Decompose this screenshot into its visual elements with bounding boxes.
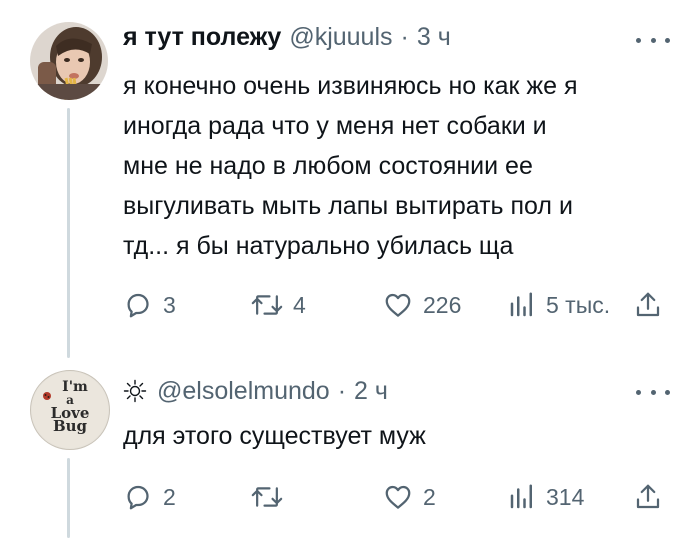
like-button[interactable]: 2 [383, 480, 436, 514]
like-button[interactable]: 226 [383, 288, 461, 322]
timestamp[interactable]: 3 ч [417, 22, 451, 52]
timestamp[interactable]: 2 ч [354, 376, 388, 406]
views-button[interactable]: 5 тыс. [508, 288, 610, 322]
share-button[interactable] [633, 288, 663, 322]
display-name[interactable]: я тут полежу [123, 22, 281, 52]
action-bar: 2 2 314 [123, 480, 673, 514]
views-icon [510, 484, 532, 509]
more-options-icon[interactable] [636, 382, 670, 402]
share-button[interactable] [633, 480, 663, 514]
tweet-text: для этого существует муж [123, 422, 426, 450]
avatar-badge-text: I'm a Love Bug [31, 380, 109, 435]
sun-icon [123, 379, 147, 403]
reply-count: 3 [163, 291, 176, 318]
separator-dot: · [337, 377, 347, 405]
more-options-icon[interactable] [636, 30, 670, 50]
tweet[interactable]: I'm a Love Bug @elsolelmundo · 2 ч для э… [0, 360, 700, 538]
like-count: 226 [423, 291, 462, 318]
reply-count: 2 [163, 483, 176, 510]
avatar[interactable]: I'm a Love Bug [30, 370, 110, 450]
view-count: 314 [546, 483, 585, 510]
retweet-button[interactable]: 4 [251, 288, 306, 322]
like-count: 2 [423, 483, 436, 510]
avatar[interactable] [30, 22, 108, 100]
view-count: 5 тыс. [546, 291, 611, 318]
reply-button[interactable]: 2 [123, 480, 176, 514]
tweet-header: я тут полежу @kjuuuls · 3 ч [123, 22, 451, 52]
tweet[interactable]: я тут полежу @kjuuuls · 3 ч я конечно оч… [0, 0, 700, 360]
action-bar: 3 4 226 5 тыс. [123, 288, 673, 322]
views-icon [510, 292, 532, 317]
retweet-icon [251, 487, 283, 507]
tweet-header: @elsolelmundo · 2 ч [123, 376, 388, 406]
reply-icon [127, 485, 149, 510]
heart-icon [385, 293, 411, 317]
share-icon [636, 292, 660, 317]
heart-icon [385, 485, 411, 509]
reply-icon [127, 293, 149, 318]
user-handle[interactable]: @kjuuuls [289, 22, 392, 52]
avatar-word: Bug [52, 417, 88, 435]
retweet-icon [251, 295, 283, 315]
retweet-button[interactable] [251, 480, 293, 514]
tweet-text: я конечно очень извиняюсь но как же я ин… [123, 72, 578, 260]
views-button[interactable]: 314 [508, 480, 584, 514]
separator-dot: · [400, 23, 409, 51]
user-handle[interactable]: @elsolelmundo [157, 376, 330, 406]
share-icon [636, 484, 660, 509]
reply-button[interactable]: 3 [123, 288, 176, 322]
retweet-count: 4 [293, 291, 306, 318]
